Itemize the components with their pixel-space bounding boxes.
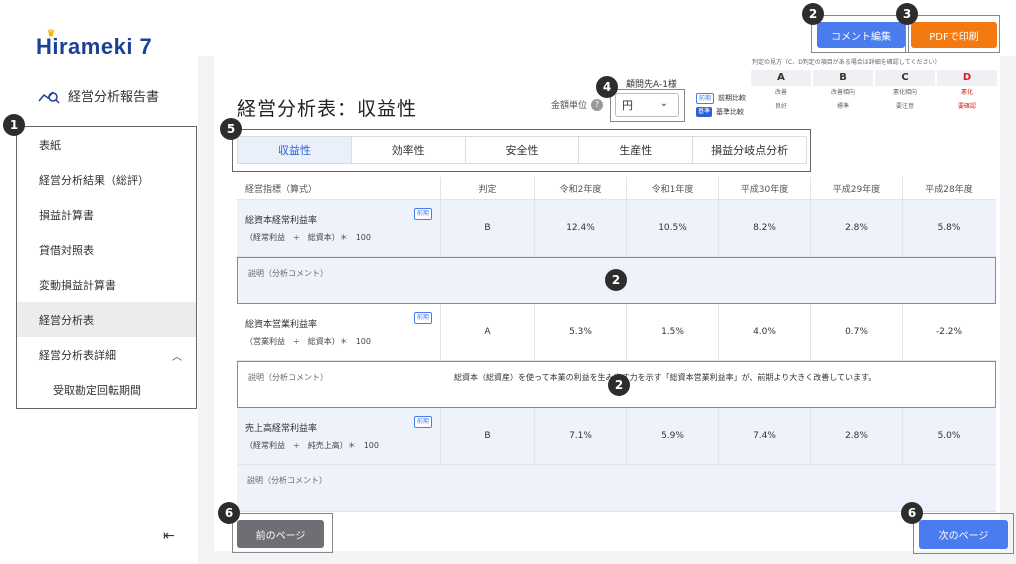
annotation-badge: 5	[220, 118, 242, 140]
annotation-badge: 4	[596, 76, 618, 98]
prev-tag: 前期	[413, 208, 432, 220]
table-header: 経営指標（算式） 判定 令和2年度 令和1年度 平成30年度 平成29年度 平成…	[237, 177, 996, 200]
grade-a: A 改善 良好	[750, 70, 812, 114]
report-title: 経営分析報告書	[38, 86, 159, 105]
judge-cell: B	[441, 200, 535, 256]
annotation-badge: 3	[896, 3, 918, 25]
prev-tag: 前期	[696, 92, 715, 104]
pdf-print-button[interactable]: PDFで印刷	[911, 22, 997, 48]
analysis-table: 経営指標（算式） 判定 令和2年度 令和1年度 平成30年度 平成29年度 平成…	[237, 177, 996, 512]
sidebar-item-variable-pl[interactable]: 変動損益計算書	[17, 267, 196, 302]
sidebar-item-cover[interactable]: 表紙	[17, 127, 196, 162]
chevron-up-icon: ︿	[172, 352, 182, 363]
table-row: 売上高経常利益率 （経常利益 ÷ 純売上高）＊ 100 前期 B 7.1% 5.…	[237, 408, 996, 465]
page-title: 経営分析表：収益性	[237, 98, 418, 120]
crown-icon: ♛	[47, 28, 56, 38]
annotation-badge: 6	[218, 502, 240, 524]
sidebar-item-income-statement[interactable]: 損益計算書	[17, 197, 196, 232]
sidebar-item-analysis-detail[interactable]: 経営分析表詳細 ︿	[17, 337, 196, 372]
prev-tag: 前期	[413, 312, 432, 324]
help-icon[interactable]: ?	[591, 98, 604, 111]
tab-safety[interactable]: 安全性	[466, 137, 580, 163]
sidebar-item-summary[interactable]: 経営分析結果（総評）	[17, 162, 196, 197]
annotation-badge: 2	[802, 3, 824, 25]
comparison-legend: 前期 前期比較 基準 基準比較	[696, 92, 747, 117]
sidebar-item-balance-sheet[interactable]: 貸借対照表	[17, 232, 196, 267]
metric-name: 売上高経常利益率	[245, 424, 318, 434]
collapse-sidebar-icon[interactable]: ⇤	[163, 528, 175, 544]
prev-tag: 前期	[413, 416, 432, 428]
metric-formula: （営業利益 ÷ 総資本）＊ 100	[245, 337, 371, 346]
comment-edit-button[interactable]: コメント編集	[817, 22, 905, 48]
chevron-down-icon: ⌄	[659, 98, 668, 109]
sidebar-item-analysis-table[interactable]: 経営分析表	[17, 302, 196, 337]
metric-name: 総資本経常利益率	[245, 216, 318, 226]
table-row: 総資本営業利益率 （営業利益 ÷ 総資本）＊ 100 前期 A 5.3% 1.5…	[237, 304, 996, 361]
grade-c: C 悪化傾向 要注意	[874, 70, 936, 114]
tab-productivity[interactable]: 生産性	[579, 137, 694, 163]
comment-box[interactable]: 説明（分析コメント）	[237, 465, 996, 512]
annotation-badge: 1	[3, 114, 25, 136]
unit-label: 金額単位 ?	[551, 98, 604, 111]
metric-formula: （経常利益 ÷ 総資本）＊ 100	[245, 233, 371, 242]
tab-efficiency[interactable]: 効率性	[352, 137, 466, 163]
judge-cell: A	[441, 304, 535, 360]
grade-b: B 改善傾向 標準	[812, 70, 874, 114]
annotation-badge: 6	[901, 502, 923, 524]
unit-select[interactable]: 円 ⌄	[615, 93, 679, 117]
prev-page-button[interactable]: 前のページ	[237, 520, 324, 548]
grade-guide: 判定の見方（C、D判定の項目がある場合は詳細を確認してください） A 改善 良好…	[750, 57, 1000, 114]
judge-cell: B	[441, 408, 535, 464]
category-tabs: 収益性 効率性 安全性 生産性 損益分岐点分析	[237, 136, 807, 164]
metric-name: 総資本営業利益率	[245, 320, 318, 330]
next-page-button[interactable]: 次のページ	[919, 520, 1008, 549]
sidebar-item-receivable-turnover[interactable]: 受取勘定回転期間	[17, 372, 196, 407]
annotation-badge: 2	[605, 269, 627, 291]
app-logo: ♛ Hirameki 7	[36, 28, 153, 59]
annotation-badge: 2	[608, 374, 630, 396]
chart-search-icon	[38, 91, 60, 104]
grade-d: D 悪化 要確認	[936, 70, 998, 114]
base-tag: 基準	[696, 107, 713, 117]
sidebar: ♛ Hirameki 7 経営分析報告書 表紙 経営分析結果（総評） 損益計算書 …	[0, 0, 198, 564]
metric-formula: （経常利益 ÷ 純売上高）＊ 100	[245, 441, 379, 450]
tab-profitability[interactable]: 収益性	[238, 137, 352, 163]
sidebar-menu: 表紙 経営分析結果（総評） 損益計算書 貸借対照表 変動損益計算書 経営分析表 …	[16, 126, 197, 409]
tab-breakeven[interactable]: 損益分岐点分析	[693, 137, 806, 163]
table-row: 総資本経常利益率 （経常利益 ÷ 総資本）＊ 100 前期 B 12.4% 10…	[237, 200, 996, 257]
